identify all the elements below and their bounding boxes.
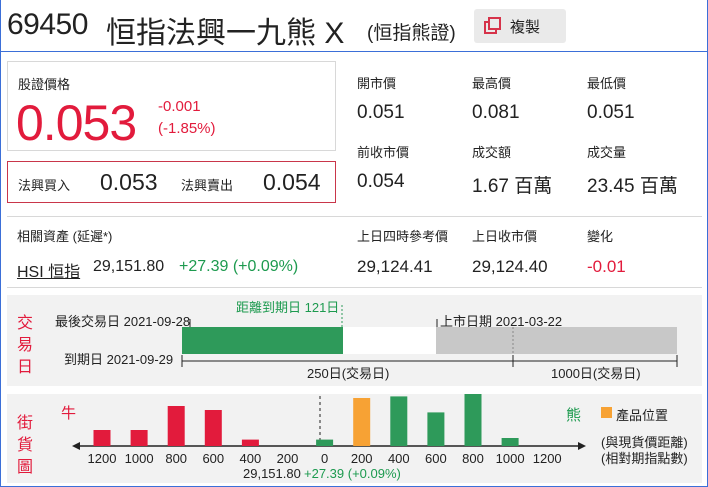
- x-tick-label: 600: [202, 451, 224, 466]
- x-tick-label: 800: [462, 451, 484, 466]
- bear-bar: [427, 412, 445, 446]
- bid-ask-box: 法興買入 0.053 法興賣出 0.054: [7, 161, 336, 203]
- scale-1000-label: 1000日(交易日): [551, 366, 641, 381]
- relative-note: (相對期指點數): [601, 451, 688, 466]
- price-value: 0.053: [16, 95, 137, 151]
- header: 69450 恒指法興一九熊 X (恒指熊證) 複製: [0, 0, 708, 52]
- bull-bar: [167, 406, 185, 446]
- bull-bar: [93, 430, 111, 446]
- bull-bar: [130, 430, 148, 446]
- bear-bar: [390, 396, 408, 446]
- future-segment: [436, 327, 677, 354]
- stat-turnover-value: 1.67 百萬: [472, 176, 553, 197]
- stat-open-value: 0.051: [357, 102, 405, 123]
- current-index-change: +27.39 (+0.09%): [304, 466, 401, 481]
- ref-price-label: 上日四時參考價: [357, 229, 449, 244]
- ask-label: 法興賣出: [181, 178, 234, 193]
- x-tick-label: 400: [240, 451, 262, 466]
- x-tick-label: 1200: [533, 451, 562, 466]
- copy-label: 複製: [510, 18, 541, 36]
- underlying-change: +27.39 (+0.09%): [179, 258, 299, 275]
- x-tick-label: 600: [425, 451, 447, 466]
- stat-volume-value: 23.45 百萬: [587, 176, 678, 197]
- x-tick-label: 0: [321, 451, 328, 466]
- bid-value: 0.053: [100, 169, 158, 195]
- stat-turnover-label: 成交額: [472, 145, 512, 160]
- prev-close-label: 上日收市價: [472, 229, 538, 244]
- price-box: 股證價格 0.053 -0.001 (-1.85%): [7, 61, 336, 151]
- bull-bar: [204, 410, 222, 446]
- divider: [7, 287, 702, 288]
- stat-low-label: 最低價: [587, 76, 627, 91]
- bear-bar: [464, 394, 482, 446]
- underlying-link[interactable]: HSI 恒指: [17, 258, 80, 282]
- x-tick-label: 200: [277, 451, 299, 466]
- scale-250-label: 250日(交易日): [307, 366, 390, 381]
- product-position-legend-swatch: [601, 407, 612, 418]
- stat-low-value: 0.051: [587, 102, 635, 123]
- stat-high-value: 0.081: [472, 102, 520, 123]
- stock-name: 恒指法興一九熊 X: [106, 17, 345, 50]
- x-tick-label: 800: [165, 451, 187, 466]
- x-tick-label: 200: [351, 451, 373, 466]
- stat-prevclose-label: 前收市價: [357, 145, 410, 160]
- stat-volume-label: 成交量: [587, 145, 627, 160]
- ref-price-value: 29,124.41: [357, 257, 433, 276]
- product-position-legend: 產品位置: [616, 408, 669, 423]
- axis-arrow-right: [578, 442, 586, 450]
- elapsed-segment: [182, 327, 343, 354]
- price-label: 股證價格: [18, 77, 71, 92]
- x-tick-label: 1200: [88, 451, 117, 466]
- price-change: -0.001: [158, 98, 201, 115]
- copy-button[interactable]: 複製: [474, 9, 566, 43]
- ask-value: 0.054: [263, 169, 321, 195]
- axis-arrow-left: [72, 442, 80, 450]
- x-tick-label: 400: [388, 451, 410, 466]
- x-tick-label: 1000: [125, 451, 154, 466]
- change-value: -0.01: [587, 257, 626, 276]
- bid-label: 法興買入: [18, 178, 71, 193]
- remaining-segment: [343, 327, 436, 354]
- current-index: 29,151.80: [243, 466, 301, 481]
- divider: [7, 216, 702, 217]
- product-position-bar: [353, 398, 371, 446]
- stat-open-label: 開市價: [357, 76, 397, 91]
- copy-icon: [484, 17, 502, 35]
- price-change-pct: (-1.85%): [158, 120, 216, 137]
- underlying-value: 29,151.80: [93, 258, 165, 275]
- bull-bar: [241, 439, 259, 446]
- underlying-label: 相關資產 (延遲*): [17, 229, 113, 244]
- change-label: 變化: [587, 229, 614, 244]
- bear-bar: [501, 438, 519, 446]
- x-tick-label: 1000: [496, 451, 525, 466]
- stock-code: 69450: [7, 8, 88, 41]
- prev-close-value: 29,124.40: [472, 257, 548, 276]
- stat-high-label: 最高價: [472, 76, 512, 91]
- stat-prevclose-value: 0.054: [357, 171, 405, 192]
- bear-bar: [316, 439, 334, 446]
- stock-type: (恒指熊證): [367, 23, 456, 44]
- header-divider: [0, 51, 708, 52]
